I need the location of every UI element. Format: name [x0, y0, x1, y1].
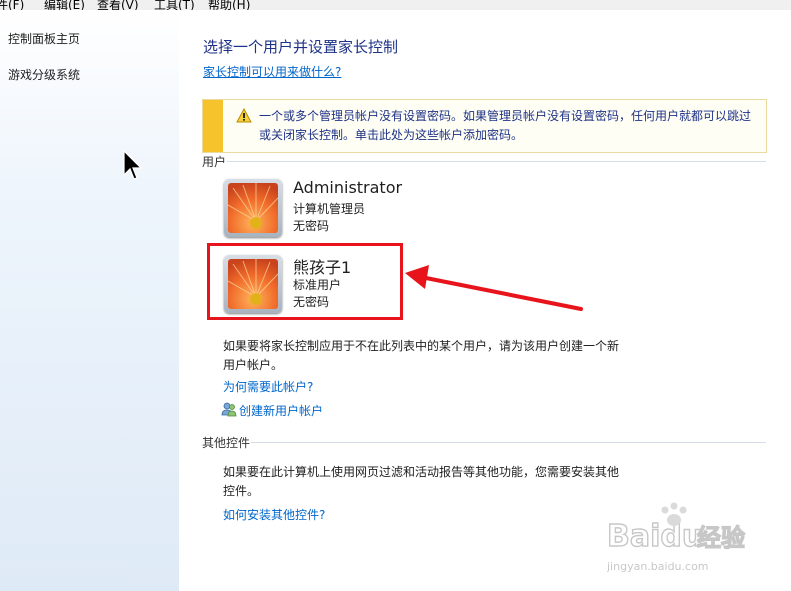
- help-link[interactable]: 家长控制可以用来做什么?: [203, 63, 341, 80]
- warning-banner[interactable]: 一个或多个管理员帐户没有设置密码。如果管理员帐户没有设置密码，任何用户就都可以跳…: [202, 99, 767, 153]
- red-highlight-box: [207, 243, 403, 320]
- user-name: Administrator: [293, 178, 403, 197]
- menu-view[interactable]: 查看(V): [97, 0, 139, 10]
- other-controls-divider: [251, 442, 766, 443]
- baidu-watermark: Baidu 经验 jingyan.baidu.com: [606, 498, 757, 578]
- watermark-brand: Baidu: [607, 519, 703, 554]
- create-new-user-link[interactable]: 创建新用户帐户: [239, 402, 323, 419]
- user-type: 计算机管理员: [293, 202, 366, 216]
- warning-bar: [203, 100, 223, 152]
- warning-icon: [236, 108, 252, 123]
- menu-help[interactable]: 帮助(H): [208, 0, 250, 10]
- menu-tools[interactable]: 工具(T): [154, 0, 195, 10]
- other-controls-section-label: 其他控件: [202, 436, 251, 450]
- watermark-cn: 经验: [697, 524, 745, 552]
- watermark-url: jingyan.baidu.com: [607, 560, 709, 573]
- flower-avatar-icon: [228, 183, 278, 233]
- other-controls-info-text: 如果要在此计算机上使用网页过滤和活动报告等其他功能，您需要安装其他控件。: [223, 465, 620, 498]
- menu-file[interactable]: 件(F): [0, 0, 24, 10]
- install-controls-link[interactable]: 如何安装其他控件?: [223, 506, 325, 523]
- menu-bar: 件(F) 编辑(E) 查看(V) 工具(T) 帮助(H): [0, 0, 791, 10]
- users-section-divider: [227, 161, 766, 162]
- user-card-administrator[interactable]: Administrator 计算机管理员 无密码: [222, 178, 403, 249]
- mouse-cursor-icon: [123, 150, 142, 180]
- users-section-label: 用户: [202, 155, 227, 169]
- red-arrow-icon: [405, 265, 583, 311]
- avatar: [224, 179, 282, 237]
- user-password-status: 无密码: [293, 219, 330, 233]
- users-info-text: 如果要将家长控制应用于不在此列表中的某个用户，请为该用户创建一个新用户帐户。: [223, 339, 620, 372]
- sidebar-item-control-panel-home[interactable]: 控制面板主页: [8, 30, 80, 47]
- page-title: 选择一个用户并设置家长控制: [203, 38, 399, 56]
- create-user-icon[interactable]: [221, 401, 237, 417]
- sidebar: 控制面板主页 游戏分级系统: [0, 10, 179, 591]
- baidu-paw-icon: Baidu 经验 jingyan.baidu.com: [606, 502, 746, 573]
- warning-text[interactable]: 一个或多个管理员帐户没有设置密码。如果管理员帐户没有设置密码，任何用户就都可以跳…: [259, 107, 759, 145]
- menu-edit[interactable]: 编辑(E): [44, 0, 85, 10]
- why-account-link[interactable]: 为何需要此帐户?: [223, 378, 313, 395]
- sidebar-item-game-ratings[interactable]: 游戏分级系统: [8, 66, 80, 83]
